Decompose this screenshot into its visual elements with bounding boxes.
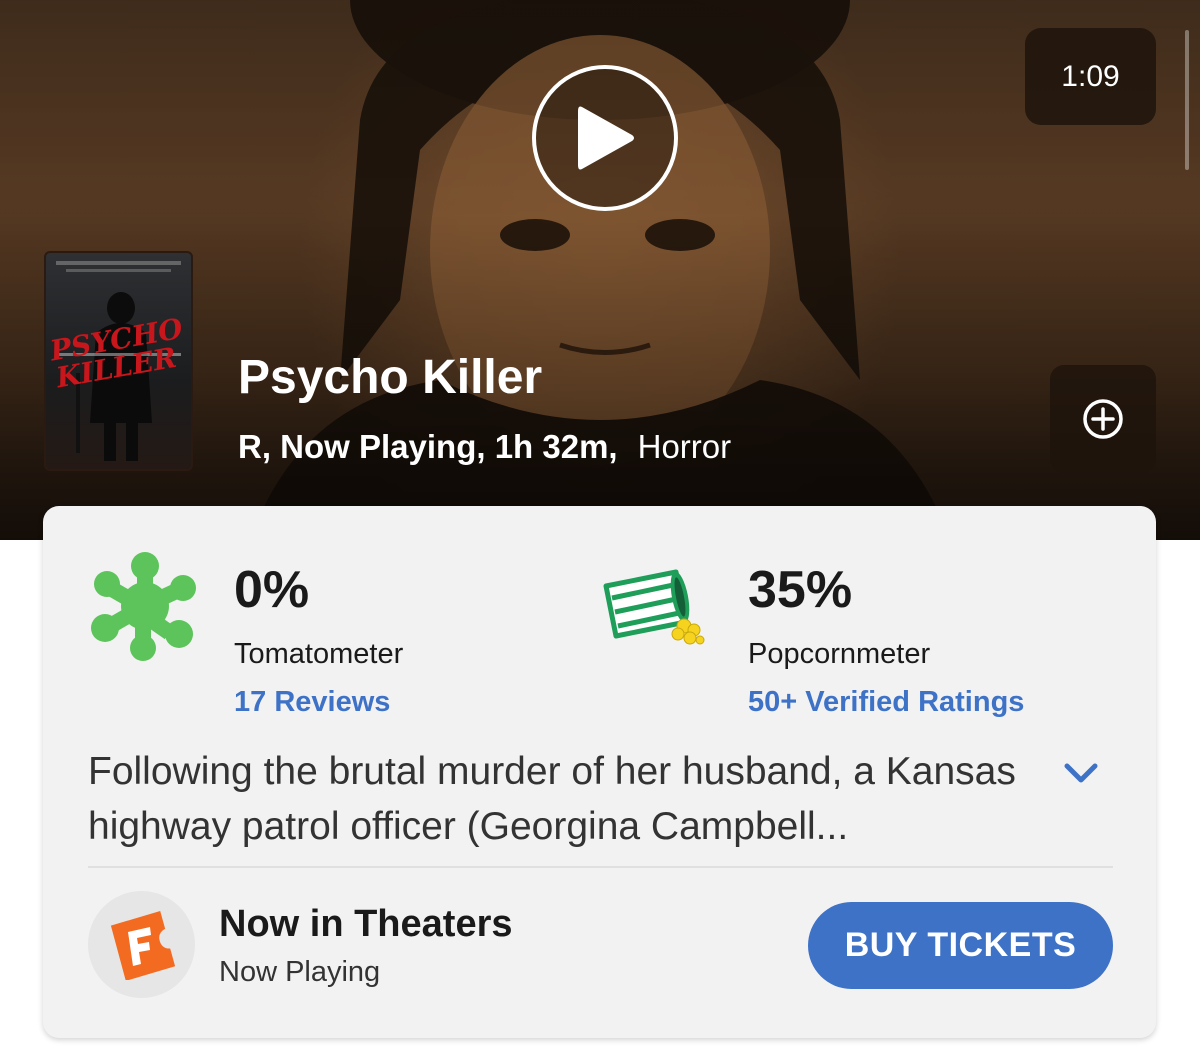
fandango-ticket-icon bbox=[110, 910, 175, 980]
plus-circle-icon bbox=[1083, 399, 1123, 439]
fandango-logo bbox=[88, 891, 195, 998]
tomatometer-score: 0% bbox=[234, 561, 310, 619]
trailer-duration-badge: 1:09 bbox=[1025, 28, 1156, 125]
tomatometer-reviews-link[interactable]: 17 Reviews bbox=[234, 686, 390, 719]
movie-info-card: 0% Tomatometer 17 Reviews 35% Popcornmet… bbox=[43, 506, 1156, 1038]
buy-tickets-button[interactable]: BUY TICKETS bbox=[808, 902, 1113, 989]
play-icon bbox=[578, 106, 634, 170]
popcornmeter-score: 35% bbox=[748, 561, 853, 619]
chevron-down-icon[interactable] bbox=[1061, 758, 1101, 788]
movie-title: Psycho Killer bbox=[238, 351, 543, 404]
movie-meta-primary: R, Now Playing, 1h 32m, bbox=[238, 428, 618, 465]
spilled-popcorn-icon bbox=[603, 569, 705, 645]
synopsis-text[interactable]: Following the brutal murder of her husba… bbox=[88, 744, 1038, 854]
movie-genre: Horror bbox=[637, 428, 732, 465]
popcornmeter-label: Popcornmeter bbox=[748, 638, 931, 670]
poster-title-art: PSYCHO KILLER bbox=[47, 312, 186, 395]
trailer-hero: 1:09 PSYCHO KILLER Psycho Killer R, Now … bbox=[0, 0, 1200, 540]
movie-poster[interactable]: PSYCHO KILLER bbox=[44, 251, 193, 471]
add-to-watchlist-button[interactable] bbox=[1050, 365, 1156, 473]
popcornmeter-ratings-link[interactable]: 50+ Verified Ratings bbox=[748, 686, 1024, 719]
duration-text: 1:09 bbox=[1061, 59, 1120, 93]
theaters-title: Now in Theaters bbox=[219, 903, 513, 945]
scrollbar[interactable] bbox=[1185, 30, 1189, 170]
splat-icon bbox=[91, 552, 196, 661]
divider bbox=[88, 866, 1113, 868]
theaters-subtitle: Now Playing bbox=[219, 956, 381, 988]
movie-meta: R, Now Playing, 1h 32m, Horror bbox=[238, 428, 731, 466]
tomatometer-label: Tomatometer bbox=[234, 638, 404, 670]
play-trailer-button[interactable] bbox=[532, 65, 678, 211]
